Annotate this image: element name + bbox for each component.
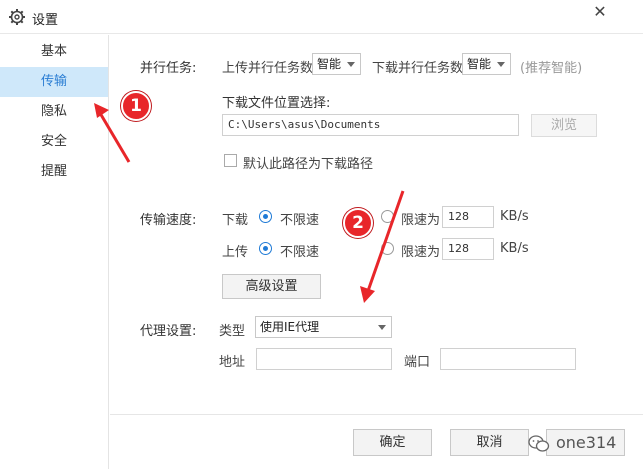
upload-parallel-value: 智能 [317,57,342,71]
proxy-type-label: 类型 [219,324,246,339]
sidebar-item-reminder[interactable]: 提醒 [0,157,108,187]
download-speed-label: 下载 [222,213,249,228]
cancel-button[interactable]: 取消 [450,429,529,456]
gear-icon [9,9,25,25]
footer-divider [110,414,643,415]
chevron-down-icon [347,62,355,67]
sidebar-item-security[interactable]: 安全 [0,127,108,157]
speed-section-label: 传输速度: [140,213,197,228]
upload-parallel-label: 上传并行任务数 [222,61,314,76]
proxy-address-input[interactable] [256,348,392,370]
download-limit-unit: KB/s [500,209,529,224]
download-limit-radio[interactable] [381,210,394,223]
upload-limit-radio[interactable] [381,242,394,255]
download-limit-input[interactable]: 128 [442,206,494,228]
ok-button[interactable]: 确定 [353,429,432,456]
proxy-port-input[interactable] [440,348,576,370]
download-unlimited-radio[interactable] [259,210,272,223]
chevron-down-icon [497,62,505,67]
chevron-down-icon [378,325,386,330]
download-path-input[interactable]: C:\Users\asus\Documents [222,114,519,136]
browse-button[interactable]: 浏览 [531,114,597,137]
proxy-type-value: 使用IE代理 [260,320,320,334]
download-limit-label: 限速为 [401,213,441,228]
download-parallel-select[interactable]: 智能 [462,53,511,75]
proxy-address-label: 地址 [219,355,246,370]
sidebar-item-transfer[interactable]: 传输 [0,67,108,97]
transfer-settings-panel: 并行任务: 上传并行任务数 智能 下载并行任务数 智能 (推荐智能) 下载文件位… [110,35,643,415]
proxy-port-label: 端口 [404,355,431,370]
download-unlimited-label: 不限速 [280,213,320,228]
download-parallel-value: 智能 [467,57,492,71]
upload-speed-label: 上传 [222,245,249,260]
default-path-label: 默认此路径为下载路径 [243,157,374,172]
parallel-section-label: 并行任务: [140,61,197,76]
sidebar-item-basic[interactable]: 基本 [0,37,108,67]
advanced-settings-button[interactable]: 高级设置 [222,274,321,299]
proxy-section-label: 代理设置: [140,324,197,339]
upload-unlimited-label: 不限速 [280,245,320,260]
download-location-label: 下载文件位置选择: [222,96,331,111]
upload-parallel-select[interactable]: 智能 [312,53,361,75]
apply-button[interactable] [546,429,625,456]
upload-unlimited-radio[interactable] [259,242,272,255]
upload-limit-input[interactable]: 128 [442,238,494,260]
close-icon[interactable]: ✕ [590,2,610,22]
parallel-hint: (推荐智能) [520,61,583,76]
upload-limit-unit: KB/s [500,241,529,256]
window-title: 设置 [32,13,59,28]
sidebar-item-privacy[interactable]: 隐私 [0,97,108,127]
settings-sidebar: 基本 传输 隐私 安全 提醒 [0,35,109,469]
upload-limit-label: 限速为 [401,245,441,260]
proxy-type-select[interactable]: 使用IE代理 [255,316,392,338]
default-path-checkbox[interactable] [224,154,237,167]
title-bar: 设置 ✕ [0,0,643,34]
download-parallel-label: 下载并行任务数 [372,61,464,76]
